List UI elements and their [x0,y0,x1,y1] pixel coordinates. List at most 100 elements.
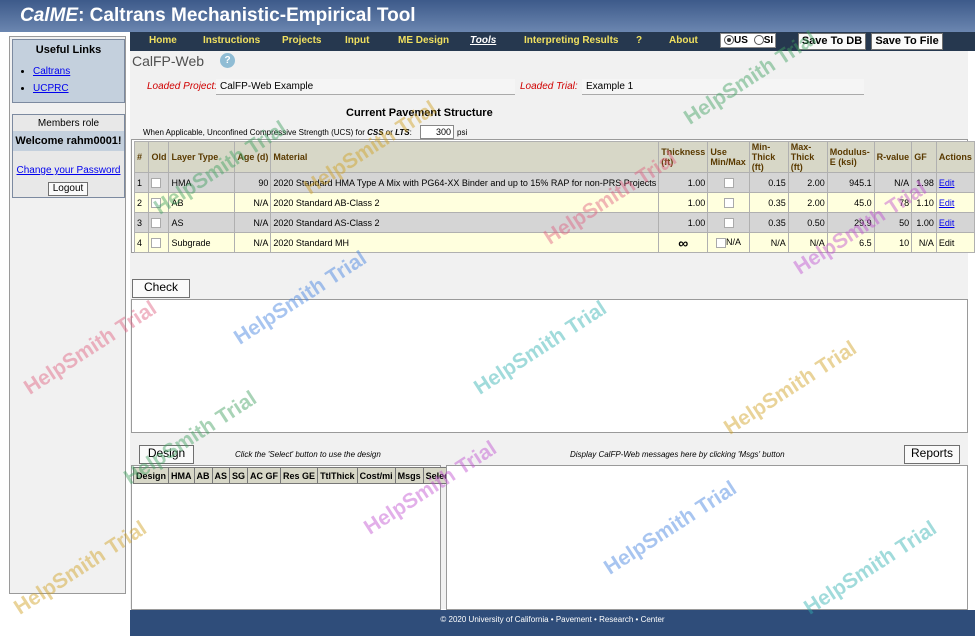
col-msgs: Msgs [394,467,424,484]
cell-age: N/A [234,212,272,233]
edit-text: Edit [935,232,975,253]
cell-rvalue: 50 [873,212,913,233]
save-to-db-button[interactable]: Save To DB [798,33,866,50]
design-list-panel[interactable] [131,465,441,610]
cell-min-thick[interactable]: 0.35 [748,212,789,233]
edit-link[interactable]: Edit [935,172,975,193]
col-max-thick: Max-Thick (ft) [787,141,828,173]
table-header-row: # Old Layer Type Age (d) Material Thickn… [133,141,975,173]
cell-layer-type: AB [168,192,236,213]
col-num: # [133,141,150,173]
help-icon[interactable]: ? [220,53,235,68]
unit-us-radio[interactable] [724,35,734,46]
col-res-ge: Res GE [280,467,319,484]
footer: © 2020 University of California • Paveme… [130,610,975,636]
edit-link[interactable]: Edit [935,192,975,213]
cell-material[interactable]: 2020 Standard MH [270,232,660,253]
nav-help[interactable]: ? [636,35,642,46]
col-material: Material [270,141,660,173]
cell-thickness[interactable]: 1.00 [658,172,709,193]
design-hint: Click the 'Select' button to use the des… [235,450,381,459]
cell-num: 2 [133,192,150,213]
design-table: Design HMA AB AS SG AC GF Res GE TtlThic… [132,467,456,484]
check-output-panel[interactable] [131,299,968,433]
cell-rvalue: N/A [873,172,913,193]
cell-material[interactable]: 2020 Standard AS-Class 2 [270,212,660,233]
cell-thickness: ∞ [658,232,709,253]
ucs-label: When Applicable, Unconfined Compressive … [143,128,412,137]
col-cost: Cost/mi [356,467,396,484]
old-checkbox[interactable] [148,192,170,213]
col-ac-gf: AC GF [247,467,282,484]
nav-interpreting-results[interactable]: Interpreting Results [524,35,618,46]
old-checkbox[interactable] [148,212,170,233]
nav-projects[interactable]: Projects [282,35,321,46]
check-button[interactable]: Check [132,279,190,298]
loaded-project-label: Loaded Project: [147,81,218,92]
messages-panel[interactable] [446,465,968,610]
old-checkbox[interactable] [148,232,170,253]
cell-max-thick[interactable]: 0.50 [787,212,828,233]
col-layer-type: Layer Type [168,141,236,173]
loaded-trial-label: Loaded Trial: [520,81,578,92]
table-row: 2 AB N/A 2020 Standard AB-Class 2 1.00 0… [133,192,975,213]
save-to-file-button[interactable]: Save To File [871,33,943,50]
design-button[interactable]: Design [139,445,194,464]
cell-material[interactable]: 2020 Standard HMA Type A Mix with PG64-X… [270,172,660,193]
nav-tools[interactable]: Tools [470,35,496,46]
cell-thickness[interactable]: 1.00 [658,212,709,233]
table-row: 3 AS N/A 2020 Standard AS-Class 2 1.00 0… [133,212,975,233]
cell-thickness[interactable]: 1.00 [658,192,709,213]
cell-layer-type: HMA [168,172,236,193]
design-header-row: Design HMA AB AS SG AC GF Res GE TtlThic… [132,467,456,484]
col-design: Design [132,467,170,484]
cell-min-thick[interactable]: 0.15 [748,172,789,193]
app-title: CalME: Caltrans Mechanistic-Empirical To… [20,5,416,26]
edit-link[interactable]: Edit [935,212,975,233]
msgs-hint: Display CalFP-Web messages here by click… [570,450,785,459]
nav-instructions[interactable]: Instructions [203,35,260,46]
use-minmax-checkbox[interactable] [707,192,750,213]
welcome-text: Welcome rahm0001! [13,131,124,151]
cell-max-thick[interactable]: 2.00 [787,192,828,213]
nav-about[interactable]: About [669,35,698,46]
cell-layer-type: Subgrade [168,232,236,253]
useful-links-title: Useful Links [35,44,102,56]
cell-max-thick[interactable]: 2.00 [787,172,828,193]
cell-num: 1 [133,172,150,193]
cell-modulus: 945.1 [826,172,875,193]
col-sg: SG [229,467,249,484]
col-ttlthick: TtlThick [317,467,358,484]
cell-gf: 1.00 [911,212,937,233]
link-caltrans[interactable]: Caltrans [33,66,70,77]
col-rvalue: R-value [873,141,913,173]
cell-age: N/A [234,192,272,213]
members-box: Members role Welcome rahm0001! Change yo… [12,114,125,198]
col-ab: AB [193,467,213,484]
use-minmax-checkbox[interactable] [707,212,750,233]
link-ucprc[interactable]: UCPRC [33,83,69,94]
change-password-link[interactable]: Change your Password [13,165,124,176]
cell-min-thick[interactable]: 0.35 [748,192,789,213]
pavement-table: # Old Layer Type Age (d) Material Thickn… [133,141,975,253]
cell-gf: 1.98 [911,172,937,193]
loaded-project-field: CalFP-Web Example [216,79,515,95]
use-minmax-cell: N/A [707,232,750,253]
cell-material[interactable]: 2020 Standard AB-Class 2 [270,192,660,213]
use-minmax-checkbox[interactable] [707,172,750,193]
ucs-unit: psi [457,128,468,137]
logout-button[interactable]: Logout [48,182,88,196]
ucs-input[interactable]: 300 [420,125,454,139]
cell-age: 90 [234,172,272,193]
nav-home[interactable]: Home [149,35,177,46]
nav-me-design[interactable]: ME Design [398,35,449,46]
loaded-trial-field: Example 1 [582,79,864,95]
cell-rvalue: 10 [873,232,913,253]
old-checkbox[interactable] [148,172,170,193]
nav-input[interactable]: Input [345,35,369,46]
table-row: 1 HMA 90 2020 Standard HMA Type A Mix wi… [133,172,975,193]
members-role-label: Members role [37,118,100,129]
cell-age: N/A [234,232,272,253]
reports-button[interactable]: Reports [904,445,960,464]
unit-si-radio[interactable] [753,35,764,46]
